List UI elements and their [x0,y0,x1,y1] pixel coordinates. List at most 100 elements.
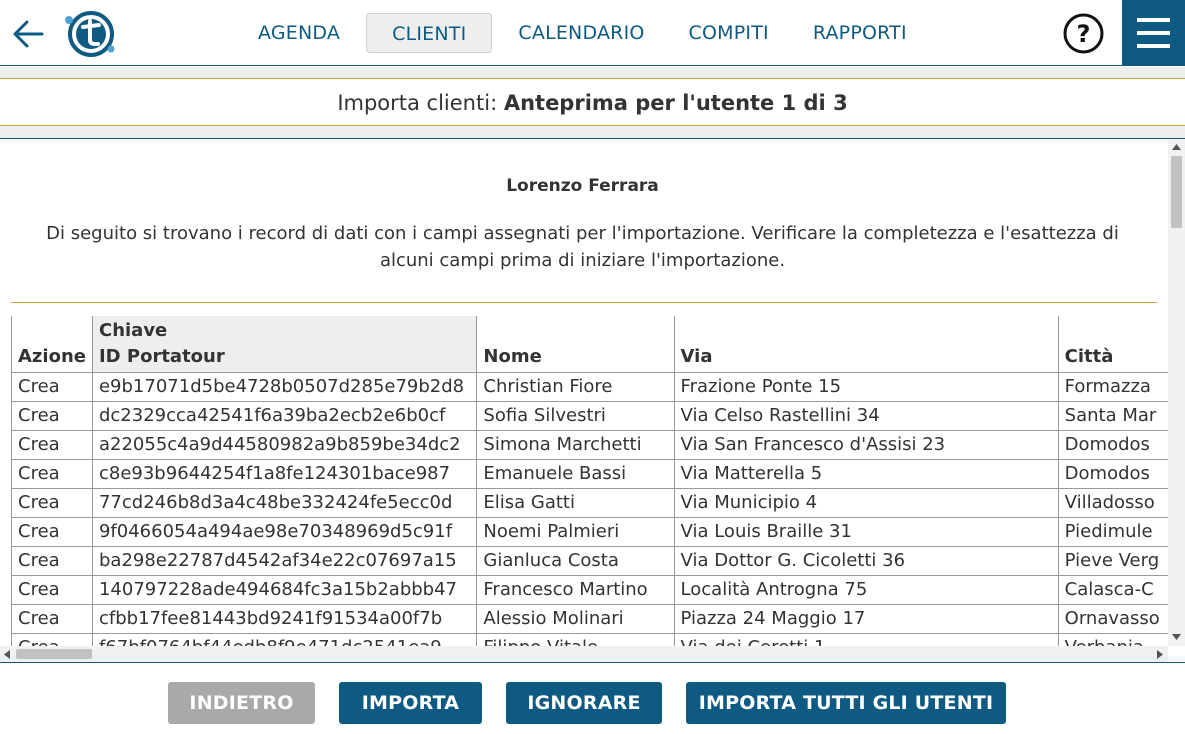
table-row: Crea 9f0466054a494ae98e70348969d5c91f No… [11,517,1168,547]
cell-key: cfbb17fee81443bd9241f91534a00f7b [91,604,477,634]
cell-azione: Crea [11,401,93,431]
cell-key: e9b17071d5be4728b0507d285e79b2d8 [91,372,477,402]
vertical-scroll-thumb[interactable] [1171,156,1182,228]
cell-via: Piazza 24 Maggio 17 [673,604,1059,634]
cell-citta: Ornavasso [1057,604,1168,634]
cell-azione: Crea [11,459,93,489]
horizontal-scroll-thumb[interactable] [16,649,92,659]
tab-clienti[interactable]: CLIENTI [366,13,493,53]
ignore-button[interactable]: IGNORARE [506,682,662,724]
cell-azione: Crea [11,575,93,605]
cell-azione: Crea [11,546,93,576]
cell-citta: Formazza [1057,372,1168,402]
tab-agenda[interactable]: AGENDA [240,13,358,53]
cell-nome: Emanuele Bassi [476,459,675,489]
column-header-nome: Nome [476,316,675,373]
table-row: Crea 77cd246b8d3a4c48be332424fe5ecc0d El… [11,488,1168,518]
cell-azione: Crea [11,372,93,402]
cell-citta: Villadosso [1057,488,1168,518]
tab-rapporti[interactable]: RAPPORTI [795,13,925,53]
cell-azione: Crea [11,517,93,547]
description-text: Di seguito si trovano i record di dati c… [46,223,1119,271]
cell-via: Via Celso Rastellini 34 [673,401,1059,431]
cell-citta: Verbania [1057,633,1168,646]
cell-azione: Crea [11,633,93,646]
cell-nome: Christian Fiore [476,372,675,402]
cell-via: Via Municipio 4 [673,488,1059,518]
header-spacer [0,67,1185,79]
table-row: Crea ba298e22787d4542af34e22c07697a15 Gi… [11,546,1168,576]
cell-nome: Gianluca Costa [476,546,675,576]
cell-via: Via San Francesco d'Assisi 23 [673,430,1059,460]
cell-key: 140797228ade494684fc3a15b2abbb47 [91,575,477,605]
table-row: Crea dc2329cca42541f6a39ba2ecb2e6b0cf So… [11,401,1168,431]
cell-nome: Simona Marchetti [476,430,675,460]
cell-key: 77cd246b8d3a4c48be332424fe5ecc0d [91,488,477,518]
back-button[interactable]: INDIETRO [168,682,315,724]
cell-via: Via Matterella 5 [673,459,1059,489]
help-icon[interactable]: ? [1063,13,1104,54]
cell-nome: Alessio Molinari [476,604,675,634]
cell-key: c8e93b9644254f1a8fe124301bace987 [91,459,477,489]
cell-citta: Domodos [1057,459,1168,489]
vertical-scrollbar[interactable] [1168,140,1185,646]
cell-azione: Crea [11,430,93,460]
title-bold: Anteprima per l'utente 1 di 3 [503,91,848,115]
cell-key: f67bf0764bf44edb8f9e471dc2541ea9 [91,633,477,646]
cell-via: Frazione Ponte 15 [673,372,1059,402]
scroll-up-icon[interactable] [1172,144,1181,150]
scroll-left-icon[interactable] [4,650,10,659]
user-name: Lorenzo Ferrara [506,176,659,196]
import-button[interactable]: IMPORTA [339,682,482,724]
preview-table: Azione Chiave ID Portatour Nome Via Citt… [11,316,1168,646]
cell-citta: Santa Mar [1057,401,1168,431]
cell-citta: Domodos [1057,430,1168,460]
column-header-citta: Città [1057,316,1168,373]
scroll-down-icon[interactable] [1172,634,1181,640]
cell-citta: Calasca-C [1057,575,1168,605]
column-header-azione: Azione [11,316,93,373]
cell-citta: Pieve Verg [1057,546,1168,576]
top-navigation: AGENDA CLIENTI CALENDARIO COMPITI RAPPOR… [0,0,1185,66]
cell-nome: Filippo Vitale [476,633,675,646]
cell-azione: Crea [11,604,93,634]
table-row: Crea cfbb17fee81443bd9241f91534a00f7b Al… [11,604,1168,634]
title-prefix: Importa clienti: [337,91,504,115]
cell-nome: Elisa Gatti [476,488,675,518]
table-row: Crea 140797228ade494684fc3a15b2abbb47 Fr… [11,575,1168,605]
preview-content[interactable]: Lorenzo Ferrara Di seguito si trovano i … [0,140,1185,662]
page-title: Importa clienti: Anteprima per l'utente … [0,80,1185,126]
main-nav: AGENDA CLIENTI CALENDARIO COMPITI RAPPOR… [240,12,933,54]
tab-compiti[interactable]: COMPITI [671,13,787,53]
cell-key: 9f0466054a494ae98e70348969d5c91f [91,517,477,547]
table-row: Crea e9b17071d5be4728b0507d285e79b2d8 Ch… [11,372,1168,402]
hamburger-menu-icon[interactable] [1122,0,1185,66]
scroll-right-icon[interactable] [1157,650,1163,659]
column-header-key-line2: ID Portatour [98,346,225,367]
cell-via: Via Dottor G. Cicoletti 36 [673,546,1059,576]
table-row: Crea f67bf0764bf44edb8f9e471dc2541ea9 Fi… [11,633,1168,646]
tab-calendario[interactable]: CALENDARIO [500,13,662,53]
preview-table-container: Azione Chiave ID Portatour Nome Via Citt… [11,316,1168,646]
cell-citta: Piedimule [1057,517,1168,547]
cell-nome: Sofia Silvestri [476,401,675,431]
column-header-key: Chiave ID Portatour [91,316,477,373]
cell-key: ba298e22787d4542af34e22c07697a15 [91,546,477,576]
divider [11,302,1157,303]
cell-key: dc2329cca42541f6a39ba2ecb2e6b0cf [91,401,477,431]
table-row: Crea c8e93b9644254f1a8fe124301bace987 Em… [11,459,1168,489]
cell-nome: Francesco Martino [476,575,675,605]
back-arrow-icon[interactable] [8,14,48,54]
table-header-row: Azione Chiave ID Portatour Nome Via Citt… [11,316,1168,373]
cell-via: Via Louis Braille 31 [673,517,1059,547]
horizontal-scrollbar[interactable] [0,646,1168,662]
import-all-users-button[interactable]: IMPORTA TUTTI GLI UTENTI [686,682,1006,724]
column-header-via: Via [673,316,1059,373]
title-spacer [0,125,1185,139]
cell-key: a22055c4a9d44580982a9b859be34dc2 [91,430,477,460]
svg-text:?: ? [1077,20,1091,48]
column-header-key-line1: Chiave [98,320,168,341]
portatour-logo-icon[interactable] [64,9,116,59]
cell-nome: Noemi Palmieri [476,517,675,547]
cell-azione: Crea [11,488,93,518]
